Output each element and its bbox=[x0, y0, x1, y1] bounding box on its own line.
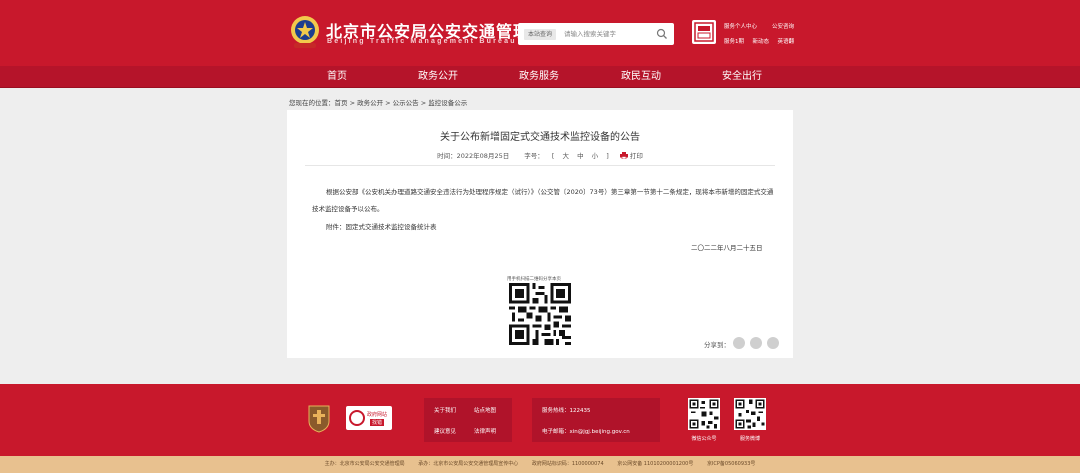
search-icon[interactable] bbox=[656, 28, 668, 40]
share-qr-code-icon bbox=[509, 283, 571, 345]
footer-organizer: 承办：北京市公安局公安交通管理局宣传中心 bbox=[418, 461, 519, 467]
nav-gov-services[interactable]: 政务服务 bbox=[504, 66, 574, 88]
police-emblem-icon[interactable] bbox=[288, 14, 322, 50]
search-box: 本站查询 bbox=[518, 23, 674, 45]
footer-site-code: 政府网站标识码：1100000074 bbox=[531, 461, 604, 467]
nav-public-interaction[interactable]: 政民互动 bbox=[606, 66, 676, 88]
footer-icp-record[interactable]: 京ICP备05060933号 bbox=[707, 461, 755, 467]
attachment-label: 附件： bbox=[326, 223, 346, 231]
footer-bottom-text: 主办：北京市公安局公安交通管理局 承办：北京市公安局公安交通管理局宣传中心 政府… bbox=[0, 456, 1080, 473]
wechat-qr-code-icon bbox=[688, 398, 720, 430]
article-title: 关于公布新增固定式交通技术监控设备的公告 bbox=[440, 132, 640, 143]
footer-contact: 服务热线：122435 电子邮箱：xin@jgj.beijing.gov.cn bbox=[532, 398, 660, 442]
email-address[interactable]: xin@jgj.beijing.gov.cn bbox=[570, 429, 630, 435]
site-subtitle: Beijing Traffic Management Bureau bbox=[327, 38, 517, 45]
qr-caption: 用手机扫描二维码分享本页 bbox=[507, 277, 561, 282]
print-label: 打印 bbox=[629, 152, 643, 160]
footer-police-emblem-icon bbox=[308, 405, 330, 433]
footer-police-record[interactable]: 京公网安备 11010200001200号 bbox=[617, 461, 693, 467]
email-label: 电子邮箱： bbox=[542, 429, 570, 435]
search-input[interactable] bbox=[564, 27, 654, 41]
font-size-large[interactable]: 大 bbox=[563, 152, 570, 160]
top-link-personal-center[interactable]: 服务个人中心 bbox=[724, 22, 757, 30]
gov-site-error-badge[interactable]: 政府网站 找错 bbox=[346, 406, 392, 430]
top-link-service[interactable]: 服务1期 bbox=[724, 37, 744, 45]
nav-home[interactable]: 首页 bbox=[302, 66, 372, 88]
top-link-news[interactable]: 新动态 bbox=[752, 37, 769, 45]
top-links: 服务个人中心 公安咨询 服务1期 新动态 英语翻 bbox=[724, 22, 794, 52]
top-link-english[interactable]: 英语翻 bbox=[777, 37, 794, 45]
printer-icon bbox=[619, 152, 628, 159]
share-wechat-icon[interactable] bbox=[733, 337, 745, 349]
hotline-number: 122435 bbox=[569, 408, 591, 414]
attachment-line: 附件：固定式交通技术监控设备统计表 bbox=[326, 221, 437, 231]
footer-link-legal[interactable]: 法律声明 bbox=[474, 427, 496, 435]
attachment-link[interactable]: 固定式交通技术监控设备统计表 bbox=[346, 223, 437, 231]
date-label: 时间： bbox=[437, 152, 457, 160]
footer-bottom-bar: 主办：北京市公安局公安交通管理局 承办：北京市公安局公安交通管理局宣传中心 政府… bbox=[0, 456, 1080, 473]
email-line: 电子邮箱：xin@jgj.beijing.gov.cn bbox=[542, 427, 630, 435]
weibo-qr-label: 服务微博 bbox=[739, 436, 760, 442]
weibo-qr-code-icon bbox=[734, 398, 766, 430]
breadcrumb[interactable]: 您现在的位置：首页 > 政务公开 > 公示公告 > 监控设备公示 bbox=[289, 97, 467, 107]
mobile-version-icon[interactable] bbox=[692, 20, 716, 44]
nav-safe-travel[interactable]: 安全出行 bbox=[707, 66, 777, 88]
search-scope-select[interactable]: 本站查询 bbox=[524, 29, 557, 40]
font-size-medium[interactable]: 中 bbox=[577, 152, 584, 160]
print-button[interactable]: 打印 bbox=[619, 152, 643, 160]
share-qq-icon[interactable] bbox=[767, 337, 779, 349]
font-bracket-close: ] bbox=[606, 152, 609, 160]
gov-badge-ring-icon bbox=[349, 410, 365, 426]
gov-badge-line2: 找错 bbox=[370, 419, 385, 426]
top-link-consult[interactable]: 公安咨询 bbox=[772, 22, 794, 30]
footer-link-about[interactable]: 关于我们 bbox=[434, 406, 456, 414]
share-label: 分享到： bbox=[704, 341, 730, 349]
footer-links: 关于我们 站点地图 建议意见 法律声明 bbox=[424, 398, 512, 442]
share-weibo-icon[interactable] bbox=[750, 337, 762, 349]
nav-gov-affairs-open[interactable]: 政务公开 bbox=[403, 66, 473, 88]
hotline-label: 服务热线： bbox=[542, 408, 570, 414]
footer-sponsor: 主办：北京市公安局公安交通管理局 bbox=[324, 461, 405, 467]
hotline-line: 服务热线：122435 bbox=[542, 406, 591, 414]
signature-date: 二〇二二年八月二十五日 bbox=[691, 244, 763, 252]
site-header: 北京市公安局公安交通管理局 Beijing Traffic Management… bbox=[0, 0, 1080, 66]
footer-link-sitemap[interactable]: 站点地图 bbox=[474, 406, 496, 414]
main-nav: 首页 政务公开 政务服务 政民互动 安全出行 bbox=[0, 66, 1080, 88]
article-panel: 关于公布新增固定式交通技术监控设备的公告 时间：2022年08月25日 字号： … bbox=[287, 110, 793, 358]
article-paragraph: 根据公安部《公安机关办理道路交通安全违法行为处理程序规定（试行）》（公交管〔20… bbox=[312, 188, 774, 213]
font-size-small[interactable]: 小 bbox=[592, 152, 599, 160]
font-size-label: 字号： bbox=[524, 152, 544, 160]
article-body: 根据公安部《公安机关办理道路交通安全违法行为处理程序规定（试行）》（公交管〔20… bbox=[312, 184, 774, 218]
footer-link-feedback[interactable]: 建议意见 bbox=[434, 427, 456, 435]
article-divider bbox=[305, 165, 775, 166]
gov-badge-line1: 政府网站 bbox=[367, 412, 388, 418]
article-date: 2022年08月25日 bbox=[456, 152, 510, 160]
wechat-qr-label: 微信公众号 bbox=[691, 436, 717, 442]
font-bracket-open: [ bbox=[551, 152, 555, 160]
article-meta: 时间：2022年08月25日 字号： [ 大 中 小 ] 打印 bbox=[287, 150, 793, 160]
